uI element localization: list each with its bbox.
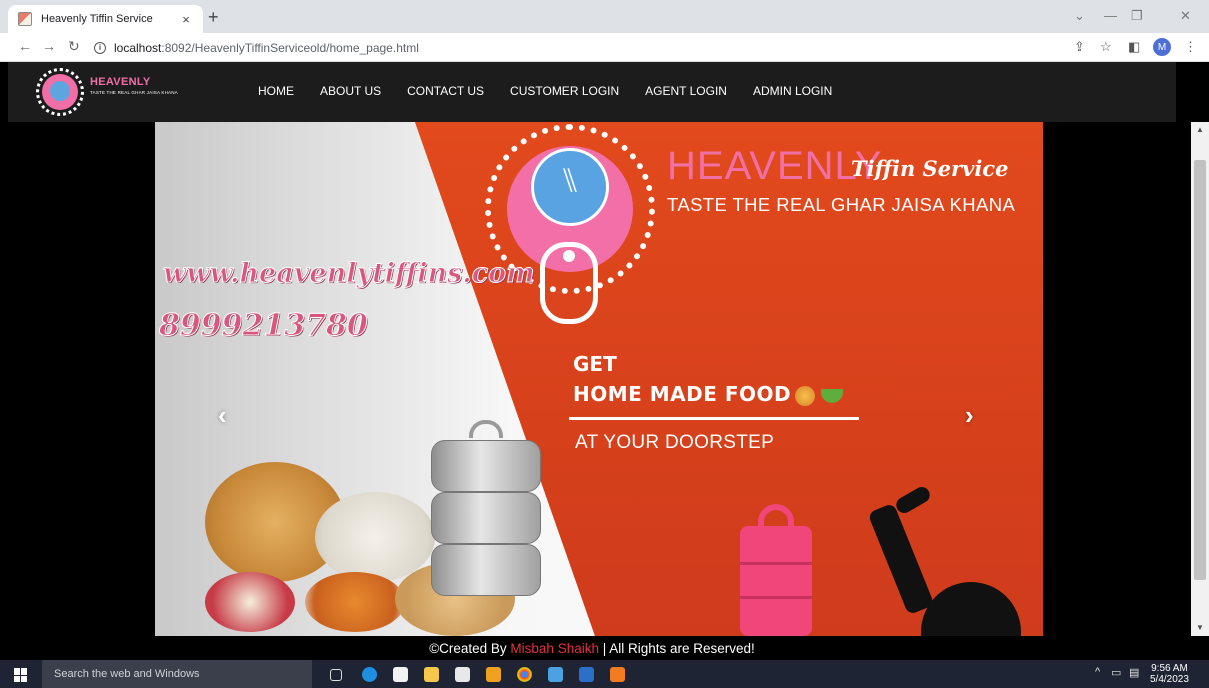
- nav-home[interactable]: HOME: [258, 84, 294, 98]
- logo-name: HEAVENLY: [90, 76, 151, 88]
- carousel: ⑊ HEAVENLY Tiffin Service TASTE THE REAL…: [8, 122, 1176, 636]
- battery-icon[interactable]: ▭: [1111, 666, 1121, 679]
- site-favicon-icon: [18, 12, 32, 26]
- site-footer: ©Created By Misbah Shaikh | All Rights a…: [8, 636, 1176, 660]
- file-explorer-icon[interactable]: [424, 667, 439, 682]
- tab-title: Heavenly Tiffin Service: [41, 13, 153, 25]
- carrier-tier: [431, 544, 541, 596]
- scroll-up-arrow-icon[interactable]: ▲: [1191, 122, 1209, 138]
- banner-divider: [569, 417, 859, 420]
- tab-search-chevron-icon[interactable]: ⌄: [1074, 8, 1085, 24]
- nav-admin-login[interactable]: ADMIN LOGIN: [753, 84, 832, 98]
- site-info-icon[interactable]: i: [94, 41, 106, 54]
- nav-about-us[interactable]: ABOUT US: [320, 84, 381, 98]
- food-photo: [195, 420, 555, 636]
- carrier-handle: [469, 420, 503, 438]
- tab-strip: Heavenly Tiffin Service × + ⌄ — ❐ ✕: [0, 0, 1209, 33]
- banner-doorstep: AT YOUR DOORSTEP: [575, 432, 775, 453]
- tray-chevron-icon[interactable]: ^: [1095, 666, 1100, 678]
- windows-start-icon[interactable]: [14, 668, 28, 682]
- banner-website: www.heavenlytiffins.com: [163, 258, 536, 290]
- new-tab-button[interactable]: +: [208, 8, 219, 26]
- banner-get: GET: [573, 352, 617, 376]
- scooter-body: [921, 582, 1021, 636]
- notification-icon[interactable]: ▤: [1129, 666, 1139, 679]
- notepad-icon[interactable]: [579, 667, 594, 682]
- windows-taskbar: Search the web and Windows ^ ▭ ▤ 9:56 AM…: [0, 660, 1209, 688]
- nav-links: HOME ABOUT US CONTACT US CUSTOMER LOGIN …: [258, 84, 858, 98]
- tiffin-body: [740, 526, 812, 636]
- scooter-illustration: [855, 484, 1025, 636]
- forward-arrow-icon[interactable]: →: [42, 38, 56, 54]
- store-icon[interactable]: [393, 667, 408, 682]
- curry-bowl: [305, 572, 405, 632]
- footer-author: Misbah Shaikh: [510, 641, 599, 656]
- salad-bowl-icon: [821, 388, 844, 403]
- task-view-icon[interactable]: [330, 669, 342, 681]
- xampp-icon[interactable]: [610, 667, 625, 682]
- reload-icon[interactable]: ↻: [68, 38, 80, 55]
- bookmark-star-icon[interactable]: ☆: [1100, 39, 1112, 55]
- home-made-food-label: HOME MADE FOOD: [573, 382, 792, 406]
- scroll-down-arrow-icon[interactable]: ▼: [1191, 620, 1209, 636]
- clock-time: 9:56 AM: [1151, 663, 1188, 674]
- profile-avatar[interactable]: M: [1153, 38, 1171, 56]
- taskbar-search-input[interactable]: Search the web and Windows: [42, 660, 312, 688]
- url-path: :8092/HeavenlyTiffinServiceold/home_page…: [161, 40, 419, 55]
- carrier-tier: [431, 492, 541, 544]
- page-scrollbar[interactable]: ▲ ▼: [1191, 122, 1209, 636]
- close-window-button[interactable]: ✕: [1180, 8, 1191, 24]
- toolbar: ← → ↻ i localhost :8092/HeavenlyTiffinSe…: [0, 33, 1209, 62]
- minimize-button[interactable]: —: [1104, 8, 1117, 23]
- banner-phone: 8999213780: [159, 308, 369, 344]
- sublime-icon[interactable]: [486, 667, 501, 682]
- nav-agent-login[interactable]: AGENT LOGIN: [645, 84, 727, 98]
- site-navbar: HEAVENLY TASTE THE REAL GHAR JAISA KHANA…: [8, 62, 1176, 122]
- clock-date: 5/4/2023: [1150, 674, 1189, 685]
- banner-home-made-food: HOME MADE FOOD: [573, 382, 844, 406]
- tiffin-band: [740, 562, 812, 565]
- back-arrow-icon[interactable]: ←: [18, 38, 32, 54]
- raita-bowl: [205, 572, 295, 632]
- carrier-tier: [431, 440, 541, 492]
- scooter-arm: [867, 502, 935, 616]
- share-icon[interactable]: ⇪: [1074, 39, 1085, 55]
- footer-suffix: | All Rights are Reserved!: [598, 641, 755, 656]
- nav-customer-login[interactable]: CUSTOMER LOGIN: [510, 84, 619, 98]
- taskbar-clock[interactable]: 9:56 AM 5/4/2023: [1150, 663, 1189, 685]
- rice-plate: [315, 492, 435, 582]
- carousel-prev-icon[interactable]: ‹: [218, 400, 227, 431]
- browser-window: Heavenly Tiffin Service × + ⌄ — ❐ ✕ ← → …: [0, 0, 1209, 688]
- fork-spoon-icon: ⑊: [559, 162, 581, 200]
- logo-tagline: TASTE THE REAL GHAR JAISA KHANA: [90, 90, 178, 95]
- menu-kebab-icon[interactable]: ⋮: [1184, 39, 1197, 55]
- chrome-icon[interactable]: [517, 667, 532, 682]
- tiffin-band: [740, 596, 812, 599]
- side-panel-icon[interactable]: ◧: [1128, 39, 1140, 55]
- site-logo[interactable]: HEAVENLY TASTE THE REAL GHAR JAISA KHANA: [34, 66, 224, 118]
- camera-icon[interactable]: [455, 667, 470, 682]
- tiffin-box-illustration: [740, 504, 812, 636]
- nav-contact-us[interactable]: CONTACT US: [407, 84, 484, 98]
- restore-button[interactable]: ❐: [1131, 8, 1143, 24]
- tab-active[interactable]: Heavenly Tiffin Service ×: [8, 5, 203, 33]
- address-bar[interactable]: i localhost :8092/HeavenlyTiffinServiceo…: [90, 37, 1100, 58]
- tab-close-icon[interactable]: ×: [179, 12, 193, 27]
- carousel-slide: ⑊ HEAVENLY Tiffin Service TASTE THE REAL…: [155, 122, 1043, 636]
- food-bowl-icon: [795, 385, 816, 406]
- banner-tagline: TASTE THE REAL GHAR JAISA KHANA: [667, 194, 1016, 215]
- package-icon[interactable]: [548, 667, 563, 682]
- emblem-dot: [563, 250, 575, 262]
- edge-browser-icon[interactable]: [362, 667, 377, 682]
- logo-plate-icon: [50, 81, 70, 101]
- url-host: localhost: [114, 40, 162, 55]
- banner-brand-script: Tiffin Service: [851, 156, 1009, 181]
- footer-prefix: ©Created By: [429, 641, 511, 656]
- scrollbar-thumb[interactable]: [1194, 160, 1206, 580]
- steel-tiffin-illustration: [431, 420, 541, 612]
- carousel-next-icon[interactable]: ›: [965, 400, 974, 431]
